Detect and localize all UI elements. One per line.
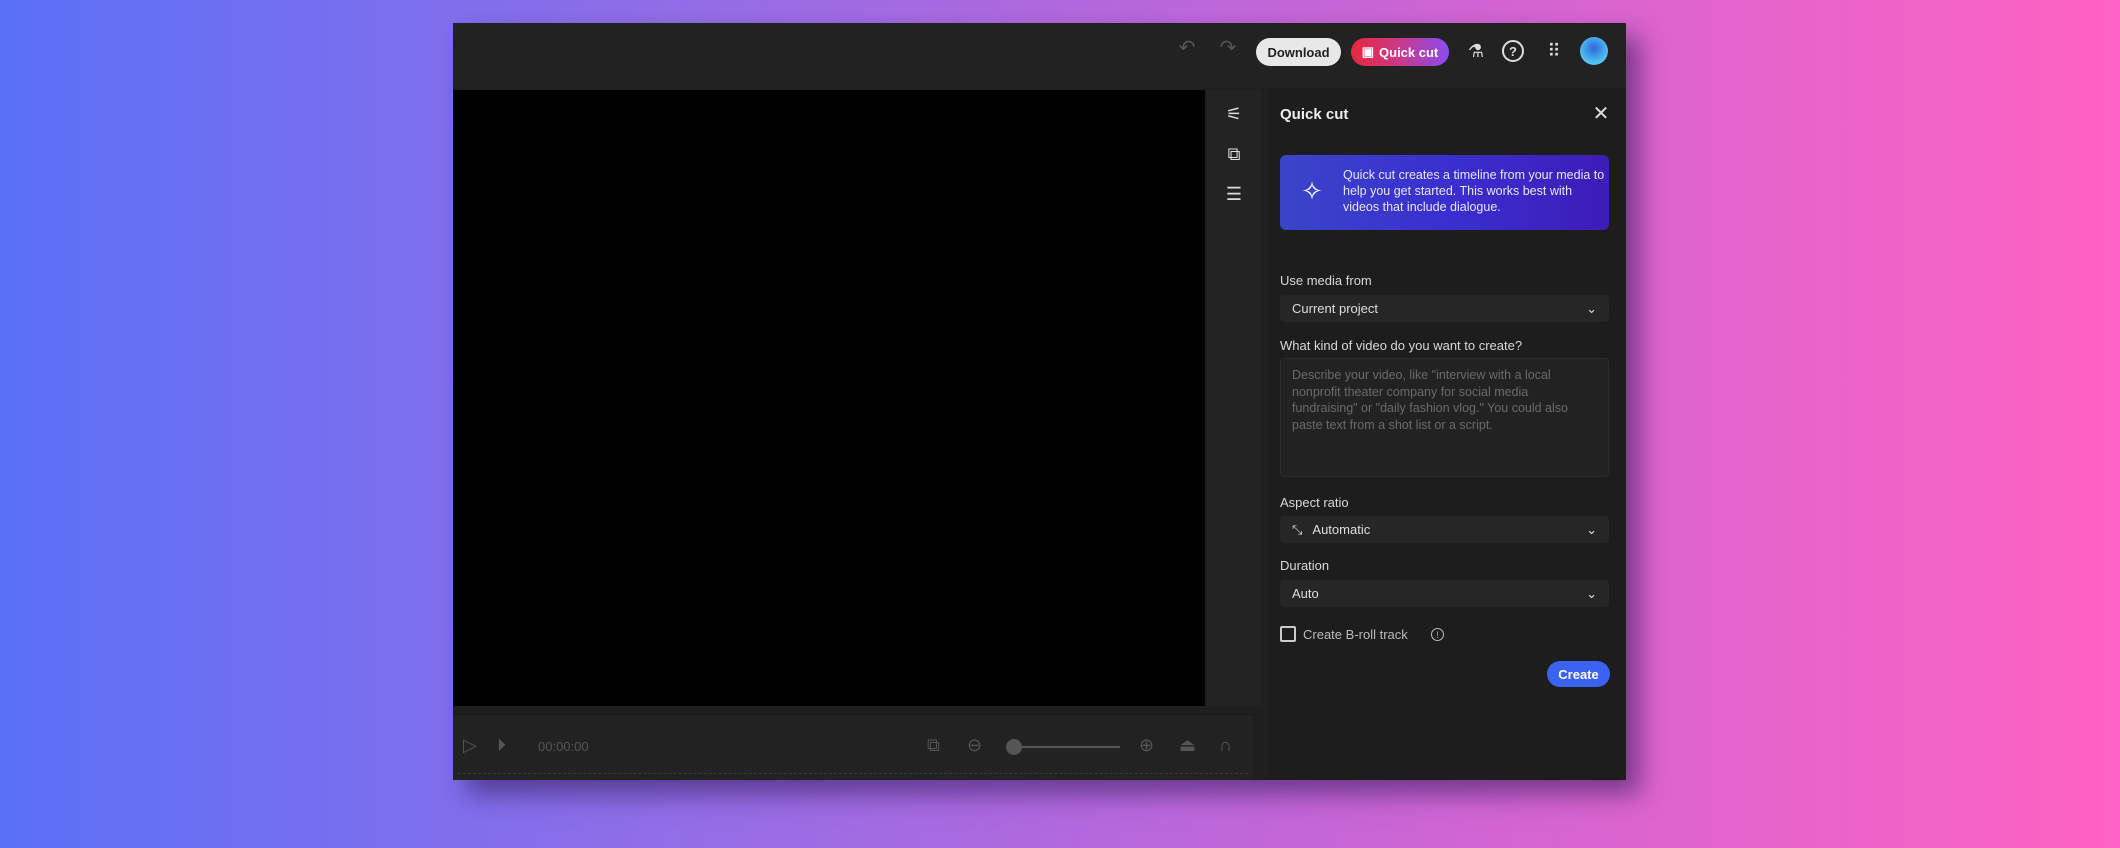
- media-dropdown[interactable]: Current project ⌄: [1280, 295, 1609, 322]
- ai-effects-icon[interactable]: ⧉: [1220, 140, 1248, 168]
- info-banner: ✧ Quick cut creates a timeline from your…: [1280, 155, 1609, 230]
- chevron-down-icon: ⌄: [1586, 521, 1597, 537]
- step-forward-icon[interactable]: ⏵: [497, 735, 506, 756]
- banner-text: Quick cut creates a timeline from your m…: [1343, 168, 1605, 214]
- create-button[interactable]: Create: [1547, 661, 1610, 687]
- snap-icon[interactable]: ⏏: [1179, 735, 1196, 756]
- avatar[interactable]: [1580, 37, 1608, 65]
- editor-window: ↶ ↷ Download ▣ Quick cut ⚗ ? ⠿ ⚟ ⧉ ☰ Quic…: [453, 23, 1626, 780]
- playback-controls: ▷ ⏵ 00:00:00 ⧉ ⊖ ⊕ ⏏ ∩: [453, 714, 1253, 780]
- duration-dropdown[interactable]: Auto ⌄: [1280, 580, 1609, 607]
- undo-icon[interactable]: ↶: [1175, 31, 1199, 63]
- aspect-label: Aspect ratio: [1280, 495, 1349, 510]
- broll-label: Create B-roll track: [1303, 627, 1408, 642]
- duration-label: Duration: [1280, 558, 1330, 573]
- download-button[interactable]: Download: [1256, 38, 1341, 66]
- zoom-slider[interactable]: [1006, 737, 1236, 757]
- top-bar: ↶ ↷ Download ▣ Quick cut ⚗ ? ⠿: [453, 23, 1626, 87]
- chevron-down-icon: ⌄: [1586, 300, 1597, 316]
- play-icon[interactable]: ▷: [463, 735, 477, 756]
- fit-timeline-icon[interactable]: ⧉: [927, 735, 940, 756]
- redo-icon[interactable]: ↷: [1216, 31, 1240, 63]
- prompt-textarea[interactable]: Describe your video, like "interview wit…: [1280, 358, 1609, 477]
- timecode: 00:00:00: [538, 739, 589, 754]
- broll-checkbox[interactable]: [1280, 626, 1296, 642]
- zoom-out-icon[interactable]: ⊖: [967, 735, 982, 756]
- chevron-down-icon: ⌄: [1586, 585, 1597, 601]
- timeline-track: [458, 773, 1248, 774]
- quick-cut-button[interactable]: ▣ Quick cut: [1351, 38, 1449, 66]
- close-icon[interactable]: ✕: [1589, 101, 1613, 125]
- magnet-icon[interactable]: ∩: [1219, 735, 1232, 756]
- side-toolbar: ⚟ ⧉ ☰: [1207, 90, 1261, 706]
- adjustments-icon[interactable]: ⚟: [1220, 100, 1248, 128]
- media-label: Use media from: [1280, 273, 1372, 288]
- quick-cut-panel: Quick cut ✕ ✧ Quick cut creates a timeli…: [1267, 88, 1626, 780]
- aspect-value: Automatic: [1312, 521, 1371, 537]
- quick-cut-label: Quick cut: [1379, 44, 1439, 60]
- apps-grid-icon[interactable]: ⠿: [1540, 37, 1566, 65]
- transcript-icon[interactable]: ☰: [1220, 180, 1248, 208]
- help-icon[interactable]: ?: [1502, 40, 1524, 62]
- quick-cut-icon: ▣: [1361, 44, 1375, 59]
- sparkle-icon: ✧: [1301, 175, 1323, 206]
- info-icon[interactable]: !: [1431, 628, 1444, 641]
- aspect-dropdown[interactable]: ⤡ Automatic ⌄: [1280, 516, 1609, 543]
- flask-icon[interactable]: ⚗: [1463, 37, 1489, 65]
- media-value: Current project: [1292, 301, 1378, 316]
- zoom-in-icon[interactable]: ⊕: [1139, 735, 1154, 756]
- video-preview: [453, 90, 1205, 706]
- fit-arrows-icon: ⤡: [1292, 521, 1303, 537]
- prompt-label: What kind of video do you want to create…: [1280, 338, 1523, 353]
- duration-value: Auto: [1292, 586, 1319, 601]
- panel-title: Quick cut: [1280, 106, 1349, 123]
